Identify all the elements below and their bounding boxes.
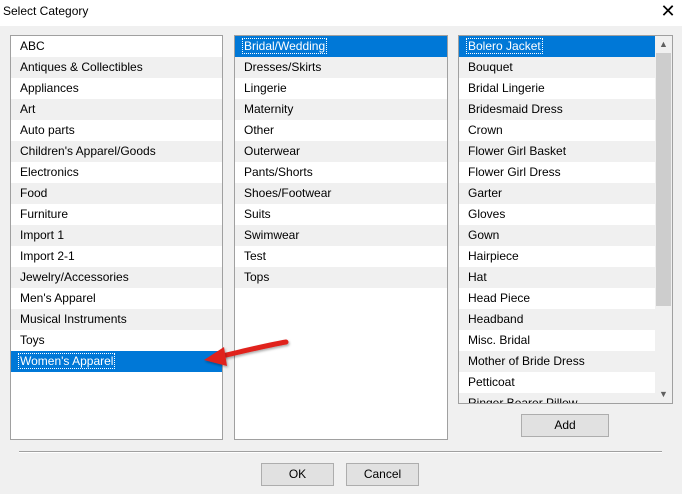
list-item[interactable]: Import 1 <box>11 225 222 246</box>
list-item[interactable]: Crown <box>459 120 655 141</box>
item-list-scrollbar[interactable]: ▲ ▼ <box>655 36 672 403</box>
subcategory-items: Bridal/Wedding Dresses/Skirts Lingerie Mate… <box>235 36 447 288</box>
list-item[interactable]: Import 2-1 <box>11 246 222 267</box>
item-items: Bolero Jacket Bouquet Bridal Lingerie Bride… <box>459 36 655 403</box>
list-item[interactable]: Dresses/Skirts <box>235 57 447 78</box>
list-item[interactable]: Hat <box>459 267 655 288</box>
list-item[interactable]: Electronics <box>11 162 222 183</box>
list-item[interactable]: Men's Apparel <box>11 288 222 309</box>
list-item[interactable]: Head Piece <box>459 288 655 309</box>
list-item[interactable]: Hairpiece <box>459 246 655 267</box>
divider <box>19 451 662 453</box>
list-item[interactable]: Tops <box>235 267 447 288</box>
list-item[interactable]: Food <box>11 183 222 204</box>
red-arrow-icon <box>204 339 289 366</box>
title-bar: Select Category ✕ <box>0 0 682 26</box>
ok-button[interactable]: OK <box>261 463 334 486</box>
list-item[interactable]: Auto parts <box>11 120 222 141</box>
list-item[interactable]: Gown <box>459 225 655 246</box>
list-item[interactable]: Misc. Bridal <box>459 330 655 351</box>
list-item[interactable]: Art <box>11 99 222 120</box>
list-item[interactable]: Women's Apparel <box>11 351 222 372</box>
item-list[interactable]: Bolero Jacket Bouquet Bridal Lingerie Bride… <box>458 35 673 404</box>
list-item[interactable]: Headband <box>459 309 655 330</box>
category-items: ABC Antiques & Collectibles Appliances Art A… <box>11 36 222 372</box>
scroll-down-icon[interactable]: ▼ <box>655 386 672 403</box>
list-item[interactable]: Appliances <box>11 78 222 99</box>
list-item[interactable]: Bouquet <box>459 57 655 78</box>
list-item[interactable]: Pants/Shorts <box>235 162 447 183</box>
list-item[interactable]: Shoes/Footwear <box>235 183 447 204</box>
list-item[interactable]: Bridal Lingerie <box>459 78 655 99</box>
list-item[interactable]: Gloves <box>459 204 655 225</box>
list-item[interactable]: Children's Apparel/Goods <box>11 141 222 162</box>
list-item[interactable]: Ringer Bearer Pillow <box>459 393 655 403</box>
list-item[interactable]: Flower Girl Basket <box>459 141 655 162</box>
category-list[interactable]: ABC Antiques & Collectibles Appliances Art A… <box>10 35 223 440</box>
list-item[interactable]: Toys <box>11 330 222 351</box>
list-item[interactable]: ABC <box>11 36 222 57</box>
add-button[interactable]: Add <box>521 414 609 437</box>
list-item[interactable]: Jewelry/Accessories <box>11 267 222 288</box>
list-item[interactable]: Maternity <box>235 99 447 120</box>
window-title: Select Category <box>3 4 89 18</box>
list-item[interactable]: Bolero Jacket <box>459 36 655 57</box>
list-item[interactable]: Outerwear <box>235 141 447 162</box>
list-item[interactable]: Flower Girl Dress <box>459 162 655 183</box>
subcategory-list[interactable]: Bridal/Wedding Dresses/Skirts Lingerie Mate… <box>234 35 448 440</box>
list-item[interactable]: Antiques & Collectibles <box>11 57 222 78</box>
list-item[interactable]: Mother of Bride Dress <box>459 351 655 372</box>
list-item[interactable]: Swimwear <box>235 225 447 246</box>
scrollbar-thumb[interactable] <box>656 53 671 306</box>
list-item[interactable]: Suits <box>235 204 447 225</box>
cancel-button[interactable]: Cancel <box>346 463 419 486</box>
list-item[interactable]: Bridesmaid Dress <box>459 99 655 120</box>
list-item[interactable]: Garter <box>459 183 655 204</box>
list-item[interactable]: Musical Instruments <box>11 309 222 330</box>
list-item[interactable]: Test <box>235 246 447 267</box>
scroll-up-icon[interactable]: ▲ <box>655 36 672 53</box>
list-item[interactable]: Bridal/Wedding <box>235 36 447 57</box>
list-item[interactable]: Furniture <box>11 204 222 225</box>
list-item[interactable]: Lingerie <box>235 78 447 99</box>
list-item[interactable]: Petticoat <box>459 372 655 393</box>
list-item[interactable]: Other <box>235 120 447 141</box>
close-icon[interactable]: ✕ <box>656 1 680 23</box>
